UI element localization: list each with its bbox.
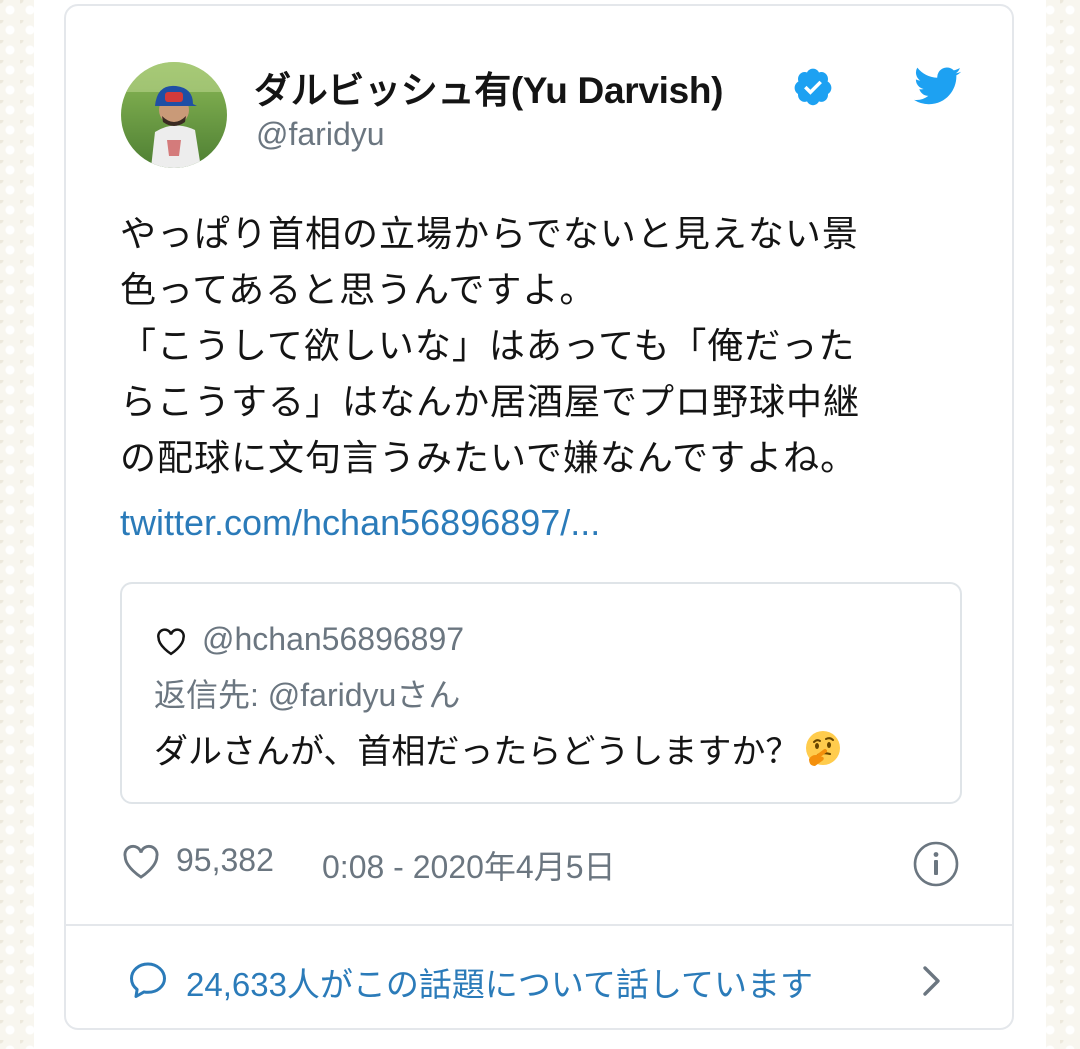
avatar[interactable] bbox=[121, 62, 227, 168]
chevron-right-icon bbox=[923, 966, 940, 996]
info-icon[interactable] bbox=[912, 840, 960, 888]
conversation-count: 24,633人がこの話題について話しています bbox=[186, 966, 813, 1003]
tweet-text-line: 「こうして欲しいな」はあっても「俺だった bbox=[120, 325, 856, 366]
tweet-text-line: らこうする」はなんか居酒屋でプロ野球中継 bbox=[120, 381, 861, 422]
quoted-tweet[interactable]: @hchan56896897 返信先: @faridyuさん ダルさんが、首相だ… bbox=[120, 582, 962, 804]
quoted-reply-to: 返信先: @faridyuさん bbox=[154, 677, 461, 713]
tweet-text-line: やっぱり首相の立場からでないと見えない景 bbox=[120, 213, 859, 254]
tweet-text: やっぱり首相の立場からでないと見えない景 色ってあると思うんですよ。 「こうして… bbox=[120, 206, 980, 486]
tweet-text-line: 色ってあると思うんですよ。 bbox=[120, 269, 597, 310]
timestamp[interactable]: 0:08 - 2020年4月5日 bbox=[322, 842, 616, 888]
conversation-link[interactable]: 24,633人がこの話題について話しています bbox=[66, 926, 1012, 1028]
thinking-face-icon bbox=[806, 731, 841, 766]
quoted-text: ダルさんが、首相だったらどうしますか？ bbox=[154, 724, 843, 773]
tweet-link[interactable]: twitter.com/hchan56896897/... bbox=[120, 502, 600, 544]
heart-icon bbox=[157, 628, 185, 656]
embedded-tweet-card: ダルビッシュ有(Yu Darvish) @faridyu やっぱり首相の立場から… bbox=[64, 4, 1014, 1030]
twitter-bird-icon[interactable] bbox=[914, 66, 962, 108]
display-name[interactable]: ダルビッシュ有(Yu Darvish) bbox=[254, 60, 724, 114]
like-heart-icon[interactable] bbox=[122, 844, 160, 880]
like-count: 95,382 bbox=[176, 842, 274, 878]
verified-badge-icon bbox=[794, 68, 832, 106]
quoted-handle: @hchan56896897 bbox=[202, 621, 465, 657]
quoted-text-content: ダルさんが、首相だったらどうしますか？ bbox=[154, 733, 800, 771]
speech-bubble-icon bbox=[130, 962, 166, 998]
screen-name[interactable]: @faridyu bbox=[256, 116, 385, 153]
tweet-text-line: の配球に文句言うみたいで嫌なんですよね。 bbox=[120, 437, 858, 478]
